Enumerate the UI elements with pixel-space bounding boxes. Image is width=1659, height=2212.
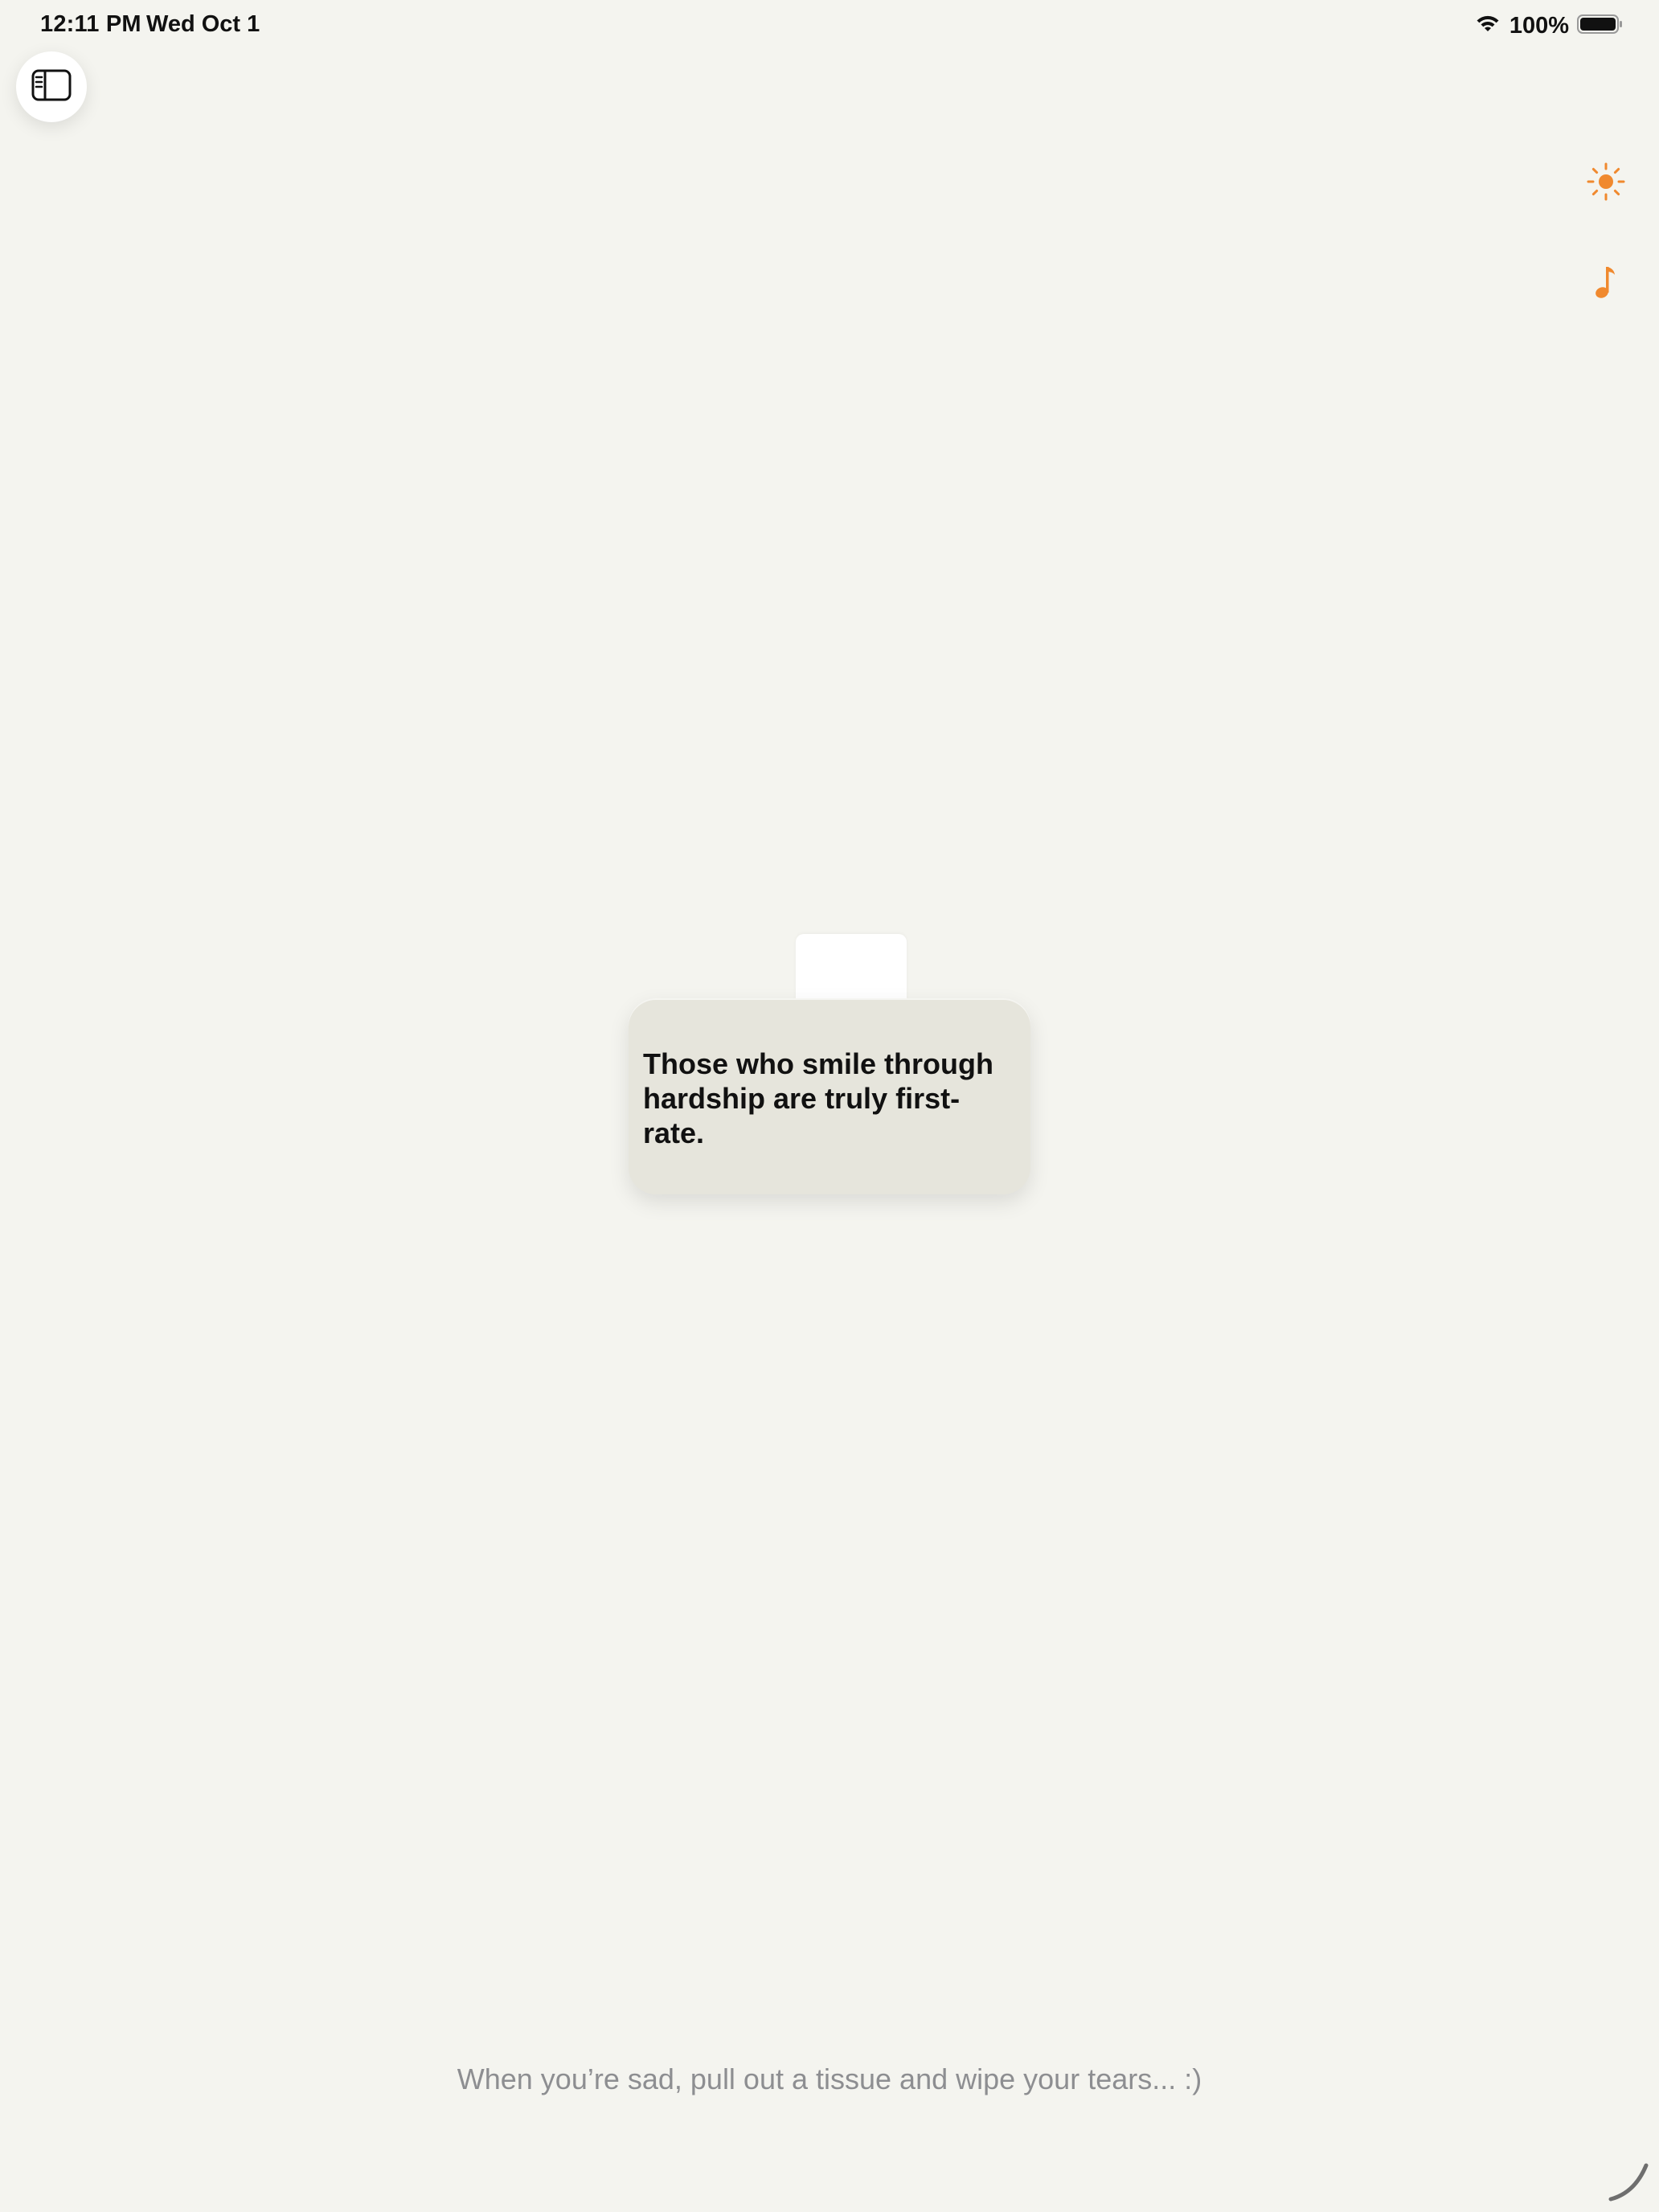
status-indicators: 100% — [1474, 10, 1624, 42]
corner-resize-handle[interactable] — [1606, 2157, 1651, 2202]
hint-text: When you’re sad, pull out a tissue and w… — [457, 2062, 1202, 2095]
brightness-button[interactable] — [1582, 159, 1630, 207]
tissue-box[interactable]: Those who smile through hardship are tru… — [629, 998, 1030, 1194]
wifi-icon — [1474, 14, 1501, 39]
tissue-quote: Those who smile through hardship are tru… — [643, 1047, 994, 1149]
music-note-icon — [1590, 262, 1622, 305]
status-bar: 12:11 PM Wed Oct 1 100% — [0, 0, 1659, 51]
status-time: 12:11 PM — [40, 11, 141, 37]
sun-icon — [1587, 162, 1625, 205]
battery-percentage: 100% — [1509, 12, 1569, 39]
tissue-sheet[interactable] — [796, 934, 907, 1006]
sidebar-toggle-button[interactable] — [16, 51, 87, 122]
status-date: Wed Oct 1 — [146, 11, 260, 37]
sidebar-toggle-icon — [31, 69, 72, 105]
battery-full-icon — [1577, 14, 1624, 39]
music-button[interactable] — [1582, 259, 1630, 307]
